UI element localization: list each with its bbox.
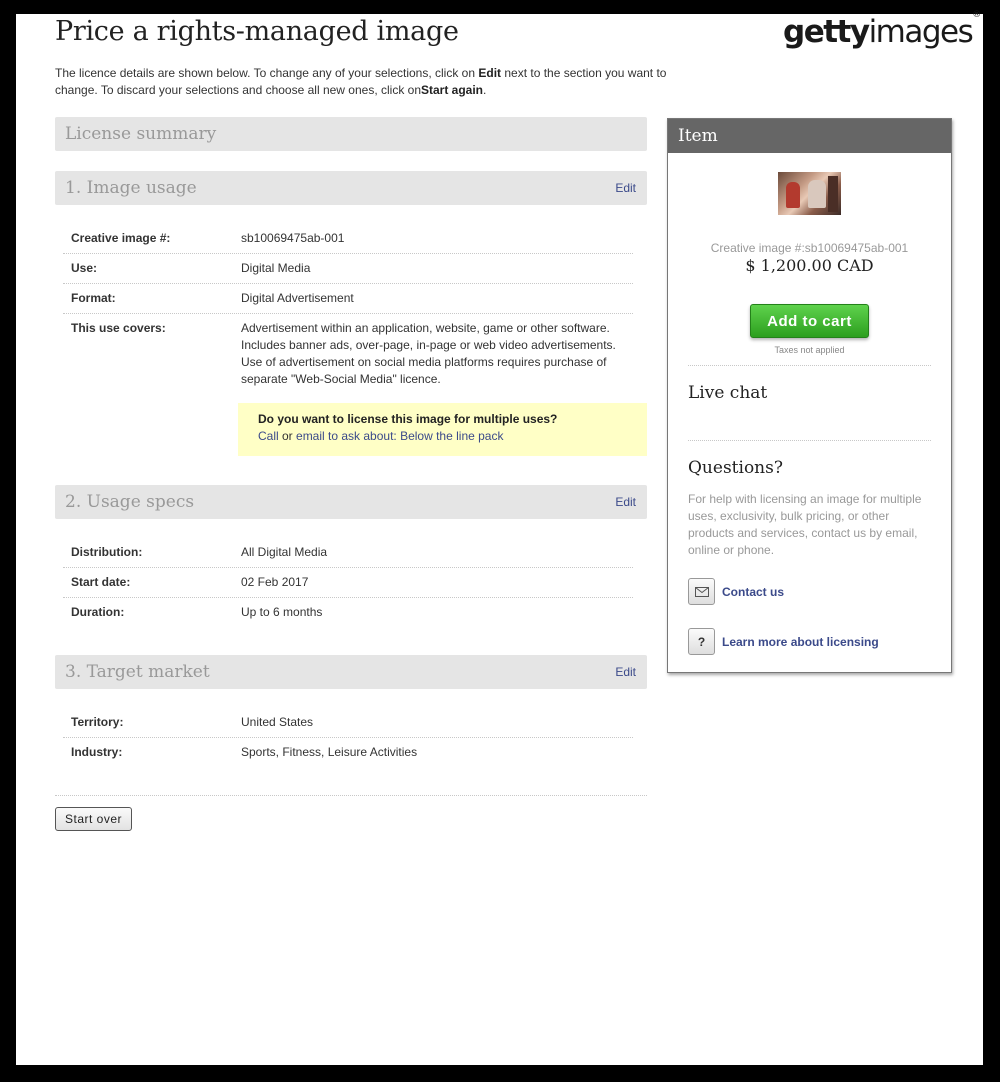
license-summary-title: License summary	[65, 124, 217, 144]
use-covers-line: separate "Web-Social Media" licence.	[241, 372, 441, 386]
detail-value: Digital Media	[241, 261, 311, 275]
detail-label: Use:	[71, 261, 98, 275]
thumbnail-figure	[786, 182, 800, 208]
price: $ 1,200.00 CAD	[745, 256, 874, 275]
detail-row-territory: Territory: United States	[63, 708, 633, 738]
detail-label: Duration:	[71, 605, 125, 619]
question-icon[interactable]: ?	[688, 628, 715, 655]
detail-label: This use covers:	[71, 321, 166, 335]
detail-row-distribution: Distribution: All Digital Media	[63, 538, 633, 568]
detail-value: 02 Feb 2017	[241, 575, 309, 589]
thumbnail-figure	[828, 176, 838, 212]
detail-value: All Digital Media	[241, 545, 328, 559]
detail-row-start-date: Start date: 02 Feb 2017	[63, 568, 633, 598]
target-market-header: 3. Target market Edit	[55, 655, 647, 689]
use-covers-line: Advertisement within an application, web…	[241, 321, 610, 335]
logo-word-images: images	[868, 14, 974, 50]
envelope-icon-glyph	[694, 586, 709, 597]
detail-row-industry: Industry: Sports, Fitness, Leisure Activ…	[63, 738, 633, 767]
detail-value: Up to 6 months	[241, 605, 323, 619]
multiple-uses-question: Do you want to license this image for mu…	[258, 412, 558, 426]
help-text: For help with licensing an image for mul…	[688, 492, 922, 557]
target-market-edit-link[interactable]: Edit	[615, 665, 636, 679]
image-usage-edit-link[interactable]: Edit	[615, 181, 636, 195]
divider	[55, 795, 647, 796]
detail-row-use-covers: This use covers: Advertisement within an…	[63, 314, 633, 394]
page: Price a rights-managed image gettyimages…	[16, 10, 983, 1065]
questions-heading: Questions?	[688, 458, 783, 478]
detail-label: Format:	[71, 291, 116, 305]
detail-row-creative-image: Creative image #: sb10069475ab-001	[63, 224, 633, 254]
use-covers-line: Includes banner ads, over-page, in-page …	[241, 338, 616, 352]
intro-part-3: .	[483, 83, 487, 97]
usage-specs-header: 2. Usage specs Edit	[55, 485, 647, 519]
item-panel-header: Item	[668, 119, 951, 153]
detail-label: Creative image #:	[71, 231, 171, 245]
usage-specs-title: 2. Usage specs	[65, 492, 195, 512]
call-link[interactable]: Call	[258, 429, 279, 443]
image-usage-title: 1. Image usage	[65, 178, 197, 198]
detail-label: Distribution:	[71, 545, 143, 559]
start-over-button[interactable]: Start over	[55, 807, 132, 831]
multiple-uses-notice: Do you want to license this image for mu…	[238, 403, 647, 456]
envelope-icon[interactable]	[688, 578, 715, 605]
divider	[688, 365, 931, 366]
image-usage-header: 1. Image usage Edit	[55, 171, 647, 205]
page-title: Price a rights-managed image	[55, 16, 459, 47]
add-to-cart-button[interactable]: Add to cart	[750, 304, 869, 338]
tax-note: Taxes not applied	[774, 345, 845, 355]
live-chat-heading[interactable]: Live chat	[688, 383, 767, 403]
image-id: Creative image #:sb10069475ab-001	[710, 241, 909, 255]
use-covers-line: Use of advertisement on social media pla…	[241, 355, 607, 369]
detail-row-format: Format: Digital Advertisement	[63, 284, 633, 314]
detail-label: Industry:	[71, 745, 123, 759]
target-market-title: 3. Target market	[65, 662, 210, 682]
thumbnail-figure	[808, 180, 826, 208]
detail-value: Sports, Fitness, Leisure Activities	[241, 745, 418, 759]
divider	[688, 440, 931, 441]
notice-or-text: or	[278, 429, 297, 443]
getty-images-logo[interactable]: gettyimages®	[783, 10, 981, 50]
intro-edit-word: Edit	[478, 66, 502, 80]
license-summary-header: License summary	[55, 117, 647, 151]
intro-text: The licence details are shown below. To …	[55, 65, 675, 99]
contact-us-link[interactable]: Contact us	[722, 585, 784, 599]
item-panel: Item Creative image #:sb10069475ab-001 $…	[667, 118, 952, 673]
detail-value-use-covers: Advertisement within an application, web…	[241, 320, 633, 388]
image-usage-details: Creative image #: sb10069475ab-001 Use: …	[63, 224, 633, 394]
detail-label: Territory:	[71, 715, 124, 729]
item-panel-title: Item	[678, 126, 718, 146]
notice-rest-text: to ask about: Below the line pack	[324, 429, 504, 443]
intro-start-again-word: Start again	[421, 83, 484, 97]
target-market-details: Territory: United States Industry: Sport…	[63, 708, 633, 767]
detail-row-use: Use: Digital Media	[63, 254, 633, 284]
detail-row-duration: Duration: Up to 6 months	[63, 598, 633, 627]
detail-value: Digital Advertisement	[241, 291, 354, 305]
logo-registered-mark: ®	[972, 9, 982, 20]
image-thumbnail[interactable]	[778, 172, 841, 215]
detail-value: sb10069475ab-001	[241, 231, 345, 245]
multiple-uses-answer: Call or email to ask about: Below the li…	[258, 428, 503, 445]
detail-value: United States	[241, 715, 314, 729]
usage-specs-details: Distribution: All Digital Media Start da…	[63, 538, 633, 627]
email-link[interactable]: email	[296, 429, 325, 443]
usage-specs-edit-link[interactable]: Edit	[615, 495, 636, 509]
learn-more-licensing-link[interactable]: Learn more about licensing	[722, 635, 879, 649]
detail-label: Start date:	[71, 575, 131, 589]
intro-part-1: The licence details are shown below. To …	[55, 66, 479, 80]
logo-word-getty: getty	[783, 14, 870, 50]
